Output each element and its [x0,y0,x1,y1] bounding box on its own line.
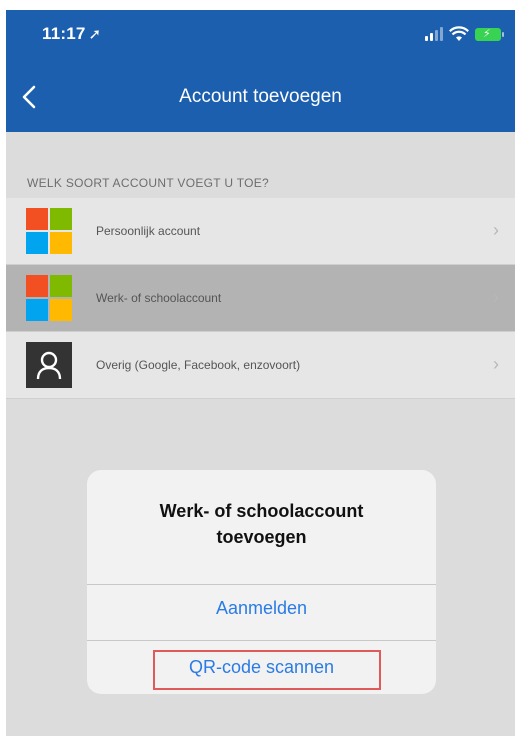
scan-qr-code-button[interactable]: QR-code scannen [87,657,436,678]
status-icons: ⚡ [425,24,504,44]
account-option-label: Persoonlijk account [96,224,201,238]
wifi-icon [449,26,469,41]
account-option-other[interactable]: Overig (Google, Facebook, enzovoort) › [6,332,515,399]
divider [87,584,436,585]
microsoft-logo-icon [26,208,72,254]
location-arrow-icon: ➚ [88,26,102,43]
account-option-personal[interactable]: Persoonlijk account › [6,198,515,265]
account-option-label: Overig (Google, Facebook, enzovoort) [96,358,301,372]
person-icon [26,342,72,388]
sign-in-button[interactable]: Aanmelden [87,598,436,619]
divider [87,640,436,641]
section-header: WELK SOORT ACCOUNT VOEGT U TOE? [27,176,270,190]
page-title: Account toevoegen [179,86,342,107]
phone-screen: 11:17 ➚ ⚡ Account toevoegen WELK SOORT A… [0,0,523,736]
navigation-bar: Account toevoegen [6,62,515,132]
account-option-label: Werk- of schoolaccount [96,291,222,305]
status-time: 11:17 ➚ [42,24,102,43]
status-bar: 11:17 ➚ ⚡ [6,10,515,62]
chevron-right-icon: › [493,354,499,374]
microsoft-logo-icon [26,275,72,321]
add-account-dialog: Werk- of schoolaccount toevoegen Aanmeld… [87,470,436,694]
battery-charging-icon: ⚡ [475,27,504,41]
cellular-signal-icon [425,27,443,41]
chevron-right-icon: › [493,220,499,240]
dialog-title: Werk- of schoolaccount toevoegen [159,501,364,547]
chevron-right-icon: › [493,287,499,307]
account-option-work-school[interactable]: Werk- of schoolaccount › [6,265,515,332]
account-type-list: Persoonlijk account › Werk- of schoolacc… [6,198,515,399]
